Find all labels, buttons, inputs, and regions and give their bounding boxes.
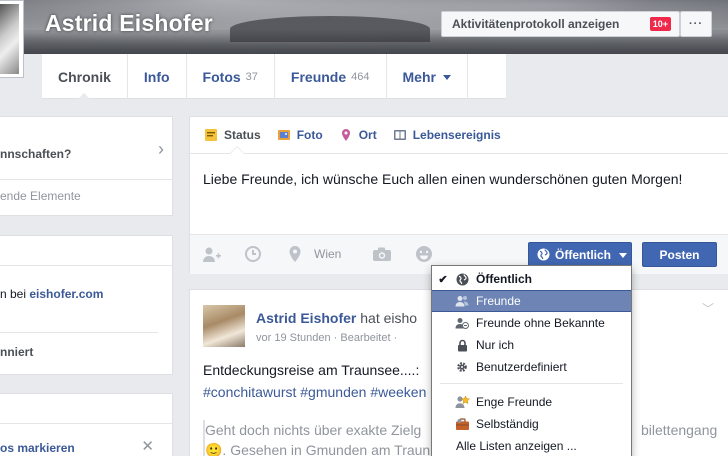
- tab-timeline-label: Chronik: [58, 68, 111, 85]
- lock-icon: [454, 337, 470, 353]
- globe-icon: [537, 248, 550, 261]
- location-pin-icon: [339, 128, 353, 142]
- privacy-selector-button[interactable]: Öffentlich: [528, 242, 632, 267]
- friends-except-icon: [454, 315, 470, 331]
- profile-name[interactable]: Astrid Eishofer: [45, 10, 213, 37]
- privacy-option-label: Nur ich: [476, 338, 515, 352]
- composer-tab-place[interactable]: Ort: [339, 128, 377, 142]
- briefcase-icon: [454, 416, 470, 432]
- privacy-option-public[interactable]: ✔ Öffentlich: [432, 268, 631, 290]
- tab-info[interactable]: Info: [128, 54, 187, 99]
- globe-icon: [454, 271, 470, 287]
- composer-tab-life-event-label: Lebensereignis: [412, 128, 501, 142]
- tab-friends[interactable]: Freunde 464: [275, 54, 387, 99]
- privacy-option-label: Enge Freunde: [476, 395, 553, 409]
- tab-photos-count: 37: [245, 70, 258, 83]
- post-quote-tail: bilettengang: [641, 422, 718, 438]
- post-button[interactable]: Posten: [642, 242, 717, 267]
- tab-friends-label: Freunde: [290, 68, 347, 85]
- chevron-down-icon: [619, 252, 627, 262]
- life-event-icon: [393, 128, 407, 142]
- divider: [0, 332, 158, 333]
- divider: [0, 179, 172, 180]
- left-card-header: [0, 394, 172, 424]
- post-author-avatar[interactable]: [203, 305, 245, 347]
- about-prefix: n bei: [0, 287, 30, 301]
- post-action: hat eisho: [356, 310, 418, 326]
- chevron-right-icon[interactable]: ›: [158, 139, 164, 160]
- privacy-option-friends[interactable]: Freunde: [432, 290, 631, 312]
- profile-nav: Chronik Info Fotos 37 Freunde 464 Mehr: [42, 54, 506, 100]
- privacy-option-custom[interactable]: Benutzerdefiniert: [432, 356, 631, 378]
- profile-picture-image: [0, 4, 19, 74]
- left-card-about: n bei eishofer.com nniert: [0, 235, 173, 375]
- tab-more[interactable]: Mehr: [387, 54, 468, 99]
- composer-tab-photo-label: Foto: [296, 128, 323, 142]
- chevron-down-icon[interactable]: ﹀: [702, 300, 714, 317]
- tab-photos-label: Fotos: [202, 68, 241, 85]
- post-composer: Status Foto Ort Lebensereignis Liebe Fre…: [189, 116, 728, 274]
- privacy-option-only-me[interactable]: Nur ich: [432, 334, 631, 356]
- privacy-menu: ✔ Öffentlich Freunde Freunde ohne Bekann…: [431, 265, 632, 456]
- composer-tab-life-event[interactable]: Lebensereignis: [393, 128, 501, 142]
- emoji-icon[interactable]: [414, 244, 434, 264]
- left-card-question: nnschaften? › ende Elemente: [0, 116, 173, 216]
- left-card-about-line2[interactable]: nniert: [0, 345, 33, 359]
- left-card-photos: os markieren ✕: [0, 393, 173, 456]
- tab-timeline[interactable]: Chronik: [42, 54, 128, 100]
- tab-info-label: Info: [143, 68, 170, 85]
- tab-more-label: Mehr: [402, 68, 436, 85]
- post-text: Entdeckungsreise am Traunsee....:: [203, 362, 420, 378]
- activity-badge: 10+: [649, 17, 671, 31]
- tag-photos-link[interactable]: os markieren: [0, 441, 75, 455]
- clock-icon[interactable]: [243, 244, 263, 264]
- composer-tab-place-label: Ort: [358, 128, 377, 142]
- tag-friends-icon[interactable]: [202, 244, 222, 264]
- more-options-button[interactable]: ···: [680, 11, 712, 37]
- tab-photos[interactable]: Fotos 37: [187, 54, 275, 99]
- privacy-option-self-employed[interactable]: Selbständig: [432, 413, 631, 435]
- privacy-option-label: Freunde: [476, 294, 521, 308]
- location-value[interactable]: Wien: [314, 247, 341, 261]
- left-card-sub[interactable]: ende Elemente: [0, 189, 81, 203]
- activity-log-button[interactable]: Aktivitätenprotokoll anzeigen 10+: [441, 11, 680, 37]
- status-icon: [204, 128, 218, 142]
- post-author-line: Astrid Eishofer hat eisho: [256, 310, 417, 326]
- post-hashtags[interactable]: #conchitawurst #gmunden #weeken: [203, 384, 426, 400]
- left-card-header: [0, 236, 172, 266]
- star-friends-icon: [454, 394, 470, 410]
- post-quote-text: Geht doch nichts über exakte Zielg: [205, 422, 422, 438]
- privacy-option-close-friends[interactable]: Enge Freunde: [432, 391, 631, 413]
- privacy-option-label: Alle Listen anzeigen ...: [456, 439, 577, 453]
- friends-icon: [454, 293, 470, 309]
- post-meta: vor 19 Stunden · Bearbeitet ·: [256, 332, 398, 344]
- close-icon[interactable]: ✕: [141, 437, 154, 455]
- tab-friends-count: 464: [351, 70, 370, 83]
- camera-icon[interactable]: [372, 244, 392, 264]
- chevron-down-icon: [442, 74, 451, 84]
- privacy-option-label: Freunde ohne Bekannte: [476, 316, 605, 330]
- tab-pointer: [230, 140, 244, 154]
- privacy-option-label: Selbständig: [476, 417, 539, 431]
- privacy-option-friends-except-acquaintances[interactable]: Freunde ohne Bekannte: [432, 312, 631, 334]
- check-icon: ✔: [438, 273, 448, 286]
- left-card-question-text[interactable]: nnschaften?: [0, 147, 71, 161]
- activity-log-label: Aktivitätenprotokoll anzeigen: [452, 17, 620, 31]
- composer-text-input[interactable]: Liebe Freunde, ich wünsche Euch allen ei…: [203, 171, 682, 187]
- privacy-selector-label: Öffentlich: [555, 247, 611, 262]
- photo-icon: [277, 128, 291, 142]
- privacy-option-label: Öffentlich: [476, 272, 532, 286]
- privacy-option-all-lists[interactable]: Alle Listen anzeigen ...: [432, 435, 631, 456]
- about-link[interactable]: eishofer.com: [29, 287, 103, 301]
- gear-icon: [454, 359, 470, 375]
- post-author-name[interactable]: Astrid Eishofer: [256, 310, 356, 326]
- privacy-option-label: Benutzerdefiniert: [476, 360, 567, 374]
- left-card-about-line: n bei eishofer.com: [0, 287, 103, 301]
- composer-tabs: Status Foto Ort Lebensereignis: [190, 117, 728, 154]
- menu-divider: [440, 383, 623, 384]
- profile-picture[interactable]: [0, 0, 24, 78]
- location-icon[interactable]: [285, 244, 305, 264]
- composer-tab-photo[interactable]: Foto: [277, 128, 323, 142]
